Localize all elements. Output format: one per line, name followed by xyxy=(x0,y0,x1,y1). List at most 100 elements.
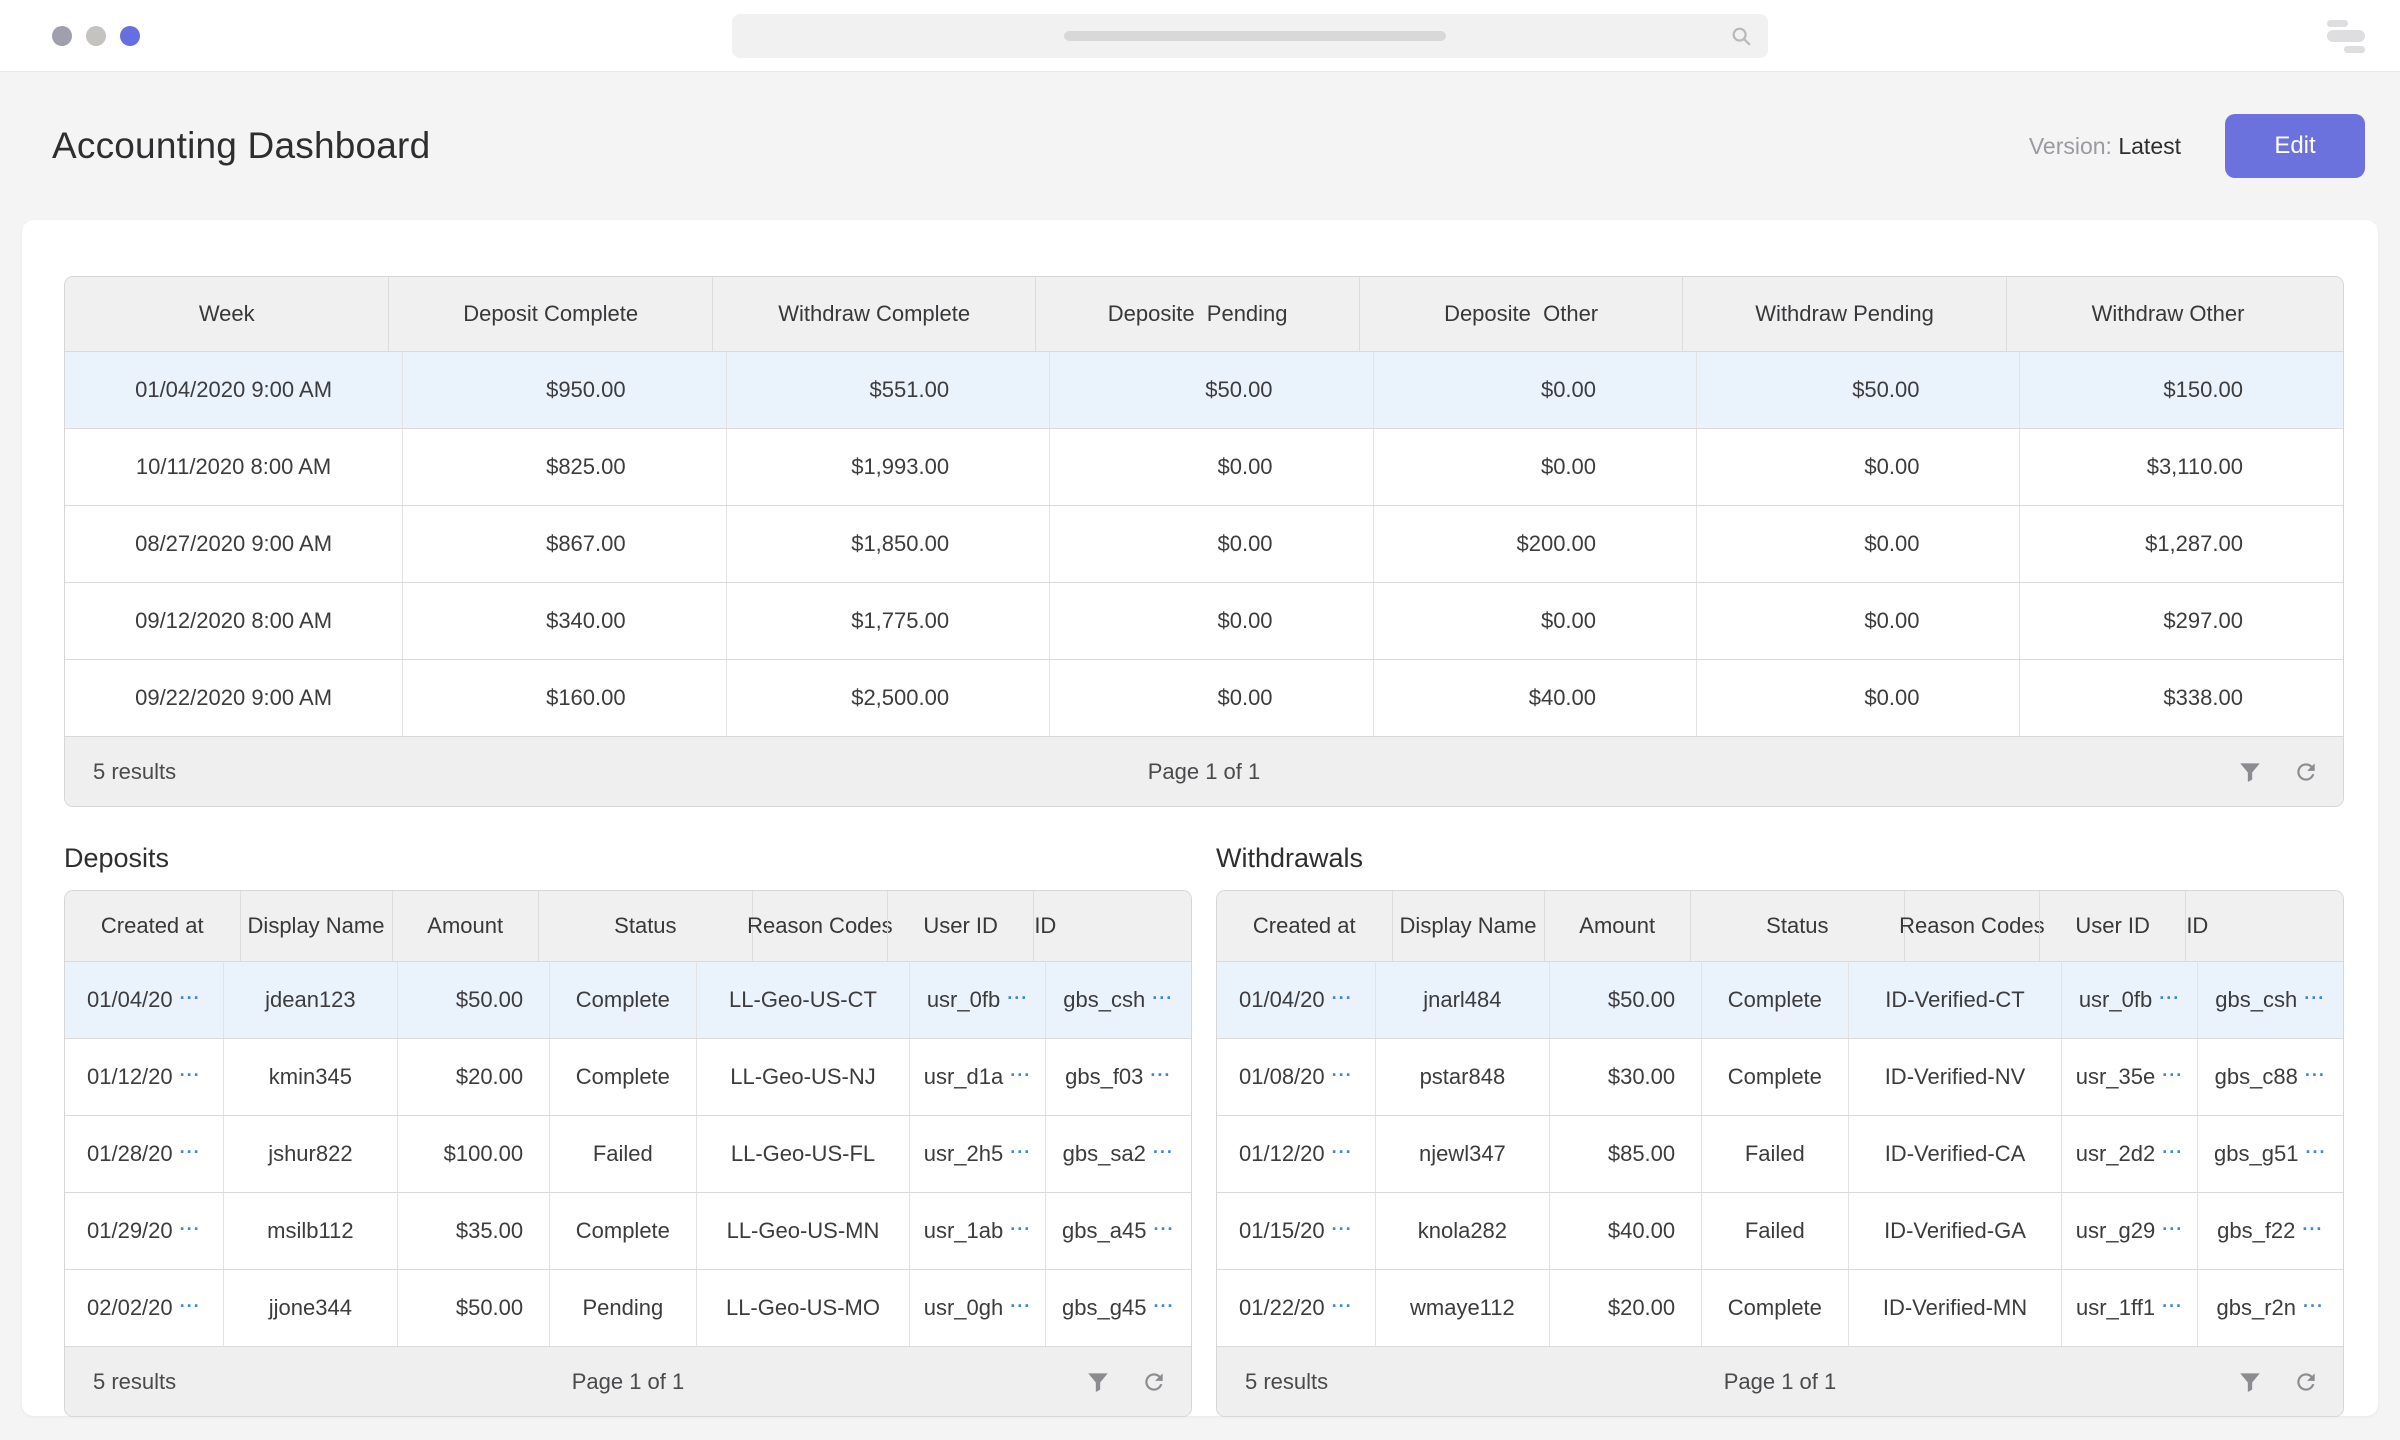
cell-status: Failed xyxy=(549,1116,695,1192)
cell-amount: $50.00 xyxy=(397,962,549,1038)
truncation-ellipsis-icon: ··· xyxy=(2162,1296,2183,1317)
withdrawals-section: Withdrawals Created at Display Name Amou… xyxy=(1216,843,2344,1417)
cell-user-id: usr_35e··· xyxy=(2061,1039,2196,1115)
refresh-icon[interactable] xyxy=(2293,759,2319,785)
table-row[interactable]: 01/22/20··· wmaye112 $20.00 Complete ID-… xyxy=(1217,1269,2343,1346)
table-row[interactable]: 01/28/20··· jshur822 $100.00 Failed LL-G… xyxy=(65,1115,1191,1192)
table-row[interactable]: 09/22/2020 9:00 AM $160.00 $2,500.00 $0.… xyxy=(65,659,2343,736)
cell-amount: $20.00 xyxy=(397,1039,549,1115)
table-row[interactable]: 10/11/2020 8:00 AM $825.00 $1,993.00 $0.… xyxy=(65,428,2343,505)
edit-button[interactable]: Edit xyxy=(2225,114,2365,178)
cell-amount: $50.00 xyxy=(397,1270,549,1346)
cell-reason-codes: ID-Verified-CA xyxy=(1848,1116,2062,1192)
withdrawals-title: Withdrawals xyxy=(1216,843,2344,874)
browser-address-bar[interactable] xyxy=(732,14,1768,58)
cell-deposit-other: $0.00 xyxy=(1373,352,1696,428)
cell-status: Failed xyxy=(1701,1193,1847,1269)
cell-amount: $35.00 xyxy=(397,1193,549,1269)
cell-display-name: njewl347 xyxy=(1375,1116,1550,1192)
table-row[interactable]: 01/04/2020 9:00 AM $950.00 $551.00 $50.0… xyxy=(65,351,2343,428)
cell-deposit-pending: $0.00 xyxy=(1049,660,1372,736)
cell-reason-codes: ID-Verified-GA xyxy=(1848,1193,2062,1269)
weekly-table-header: Week Deposit Complete Withdraw Complete … xyxy=(65,277,2343,351)
table-row[interactable]: 01/12/20··· kmin345 $20.00 Complete LL-G… xyxy=(65,1038,1191,1115)
cell-reason-codes: LL-Geo-US-MO xyxy=(696,1270,910,1346)
table-row[interactable]: 01/29/20··· msilb112 $35.00 Complete LL-… xyxy=(65,1192,1191,1269)
column-header[interactable]: Reason Codes xyxy=(1904,891,2039,961)
cell-withdraw-pending: $50.00 xyxy=(1696,352,2019,428)
cell-deposit-complete: $950.00 xyxy=(402,352,725,428)
table-row[interactable]: 01/04/20··· jnarl484 $50.00 Complete ID-… xyxy=(1217,961,2343,1038)
table-row[interactable]: 01/08/20··· pstar848 $30.00 Complete ID-… xyxy=(1217,1038,2343,1115)
column-header[interactable]: Amount xyxy=(1544,891,1690,961)
column-header[interactable]: Withdraw Other xyxy=(2006,277,2329,351)
column-header[interactable]: Deposit Complete xyxy=(388,277,711,351)
cell-display-name: pstar848 xyxy=(1375,1039,1550,1115)
truncation-ellipsis-icon: ··· xyxy=(1150,1065,1171,1086)
column-header[interactable]: Amount xyxy=(392,891,538,961)
cell-amount: $30.00 xyxy=(1549,1039,1701,1115)
column-header[interactable]: Created at xyxy=(65,891,240,961)
cell-deposit-other: $0.00 xyxy=(1373,429,1696,505)
cell-withdraw-pending: $0.00 xyxy=(1696,583,2019,659)
refresh-icon[interactable] xyxy=(2293,1369,2319,1395)
cell-display-name: jdean123 xyxy=(223,962,398,1038)
window-dot-1[interactable] xyxy=(52,26,72,46)
cell-deposit-pending: $0.00 xyxy=(1049,506,1372,582)
withdrawals-table-header: Created at Display Name Amount Status Re… xyxy=(1217,891,2343,961)
cell-week: 09/22/2020 9:00 AM xyxy=(65,660,402,736)
truncation-ellipsis-icon: ··· xyxy=(180,988,201,1009)
column-header[interactable]: Withdraw Pending xyxy=(1682,277,2005,351)
table-row[interactable]: 02/02/20··· jjone344 $50.00 Pending LL-G… xyxy=(65,1269,1191,1346)
refresh-icon[interactable] xyxy=(1141,1369,1167,1395)
truncation-ellipsis-icon: ··· xyxy=(1332,1142,1353,1163)
cell-user-id: usr_2d2··· xyxy=(2061,1116,2196,1192)
cell-created-at: 01/12/20··· xyxy=(65,1039,223,1115)
table-row[interactable]: 01/04/20··· jdean123 $50.00 Complete LL-… xyxy=(65,961,1191,1038)
column-header[interactable]: Display Name xyxy=(1392,891,1544,961)
version-label: Version: xyxy=(2029,133,2112,159)
column-header[interactable]: Deposite Other xyxy=(1359,277,1682,351)
cell-deposit-other: $40.00 xyxy=(1373,660,1696,736)
column-header[interactable]: Withdraw Complete xyxy=(712,277,1035,351)
table-row[interactable]: 08/27/2020 9:00 AM $867.00 $1,850.00 $0.… xyxy=(65,505,2343,582)
layers-icon[interactable] xyxy=(2327,20,2365,53)
filter-icon[interactable] xyxy=(2237,1369,2263,1395)
column-header[interactable]: Deposite Pending xyxy=(1035,277,1358,351)
filter-icon[interactable] xyxy=(1085,1369,1111,1395)
search-icon[interactable] xyxy=(1730,25,1752,47)
cell-withdraw-complete: $1,993.00 xyxy=(726,429,1049,505)
column-header[interactable]: ID xyxy=(1033,891,1056,961)
cell-id: gbs_csh··· xyxy=(2197,962,2343,1038)
dashboard-card: Week Deposit Complete Withdraw Complete … xyxy=(22,220,2378,1416)
column-header[interactable]: ID xyxy=(2185,891,2208,961)
cell-deposit-complete: $867.00 xyxy=(402,506,725,582)
column-header[interactable]: Status xyxy=(538,891,752,961)
cell-reason-codes: ID-Verified-MN xyxy=(1848,1270,2062,1346)
column-header[interactable]: Display Name xyxy=(240,891,392,961)
deposits-title: Deposits xyxy=(64,843,1192,874)
window-dot-2[interactable] xyxy=(86,26,106,46)
cell-display-name: jjone344 xyxy=(223,1270,398,1346)
column-header[interactable]: User ID xyxy=(2039,891,2185,961)
cell-display-name: kmin345 xyxy=(223,1039,398,1115)
page-header: Accounting Dashboard Version: Latest Edi… xyxy=(0,72,2400,220)
table-row[interactable]: 01/15/20··· knola282 $40.00 Failed ID-Ve… xyxy=(1217,1192,2343,1269)
window-dot-3[interactable] xyxy=(120,26,140,46)
table-row[interactable]: 09/12/2020 8:00 AM $340.00 $1,775.00 $0.… xyxy=(65,582,2343,659)
filter-icon[interactable] xyxy=(2237,759,2263,785)
column-header[interactable]: Status xyxy=(1690,891,1904,961)
cell-user-id: usr_0gh··· xyxy=(909,1270,1044,1346)
truncation-ellipsis-icon: ··· xyxy=(1153,1142,1174,1163)
column-header[interactable]: User ID xyxy=(887,891,1033,961)
truncation-ellipsis-icon: ··· xyxy=(1332,1219,1353,1240)
table-row[interactable]: 01/12/20··· njewl347 $85.00 Failed ID-Ve… xyxy=(1217,1115,2343,1192)
column-header[interactable]: Week xyxy=(65,277,388,351)
cell-deposit-pending: $50.00 xyxy=(1049,352,1372,428)
column-header[interactable]: Created at xyxy=(1217,891,1392,961)
truncation-ellipsis-icon: ··· xyxy=(180,1296,201,1317)
column-header[interactable]: Reason Codes xyxy=(752,891,887,961)
cell-status: Complete xyxy=(549,1193,695,1269)
cell-deposit-pending: $0.00 xyxy=(1049,583,1372,659)
cell-status: Complete xyxy=(1701,1270,1847,1346)
